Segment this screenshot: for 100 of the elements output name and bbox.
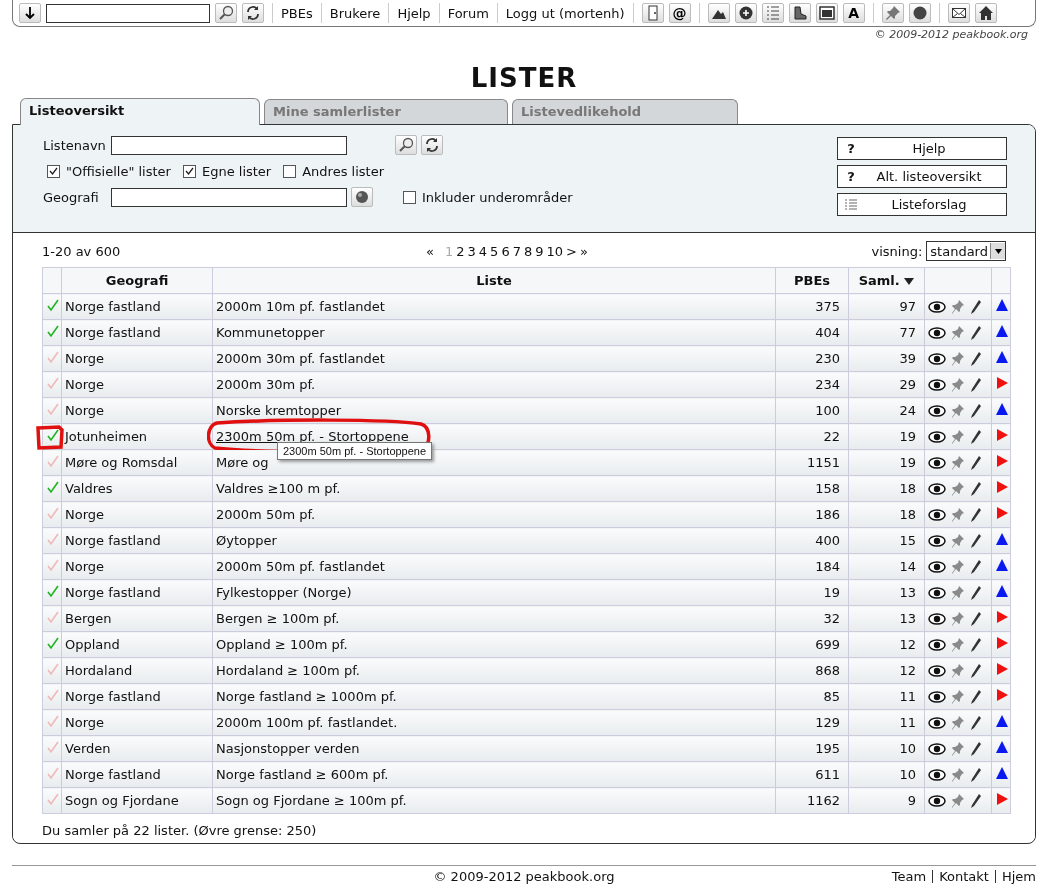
last-page-link[interactable]: » (579, 243, 588, 259)
side-button[interactable]: ? Hjelp (837, 137, 1007, 160)
column-header[interactable]: Liste (212, 267, 776, 294)
door-button[interactable] (641, 3, 664, 23)
eye-icon[interactable] (928, 378, 946, 391)
refresh-button[interactable] (421, 135, 443, 155)
eye-icon[interactable] (928, 768, 946, 781)
page-link[interactable]: 8 (523, 243, 533, 259)
pencil-icon[interactable] (970, 558, 982, 575)
eye-icon[interactable] (928, 716, 946, 729)
checkbox[interactable] (403, 190, 416, 204)
right-triangle-icon[interactable] (995, 376, 1009, 390)
footer-link[interactable]: Team (891, 869, 927, 884)
checkbox[interactable] (47, 164, 60, 178)
pin-icon[interactable] (951, 792, 965, 809)
up-triangle-icon[interactable] (995, 402, 1009, 416)
right-triangle-icon[interactable] (995, 662, 1009, 676)
pin-icon[interactable] (951, 454, 965, 471)
pencil-icon[interactable] (970, 584, 982, 601)
download-button[interactable] (19, 3, 41, 23)
toolbar-button[interactable]: @ (668, 3, 691, 23)
pin-icon[interactable] (951, 740, 965, 757)
eye-icon[interactable] (928, 534, 946, 547)
pencil-icon[interactable] (970, 688, 982, 705)
eye-icon[interactable] (928, 690, 946, 703)
pin-icon[interactable] (951, 610, 965, 627)
pencil-icon[interactable] (970, 376, 982, 393)
right-triangle-icon[interactable] (995, 428, 1009, 442)
pin-icon[interactable] (951, 714, 965, 731)
eye-icon[interactable] (928, 508, 946, 521)
eye-icon[interactable] (928, 794, 946, 807)
pencil-icon[interactable] (970, 714, 982, 731)
eye-icon[interactable] (928, 638, 946, 651)
column-header[interactable]: PBEs (775, 267, 849, 294)
pencil-icon[interactable] (970, 766, 982, 783)
home-button[interactable] (974, 3, 997, 23)
eye-icon[interactable] (928, 482, 946, 495)
ball-button[interactable] (908, 3, 931, 23)
right-triangle-icon[interactable] (995, 506, 1009, 520)
pin-button[interactable] (881, 3, 904, 23)
nav-link[interactable]: Brukere (329, 5, 381, 21)
list-name-field[interactable] (111, 135, 347, 155)
pin-icon[interactable] (951, 298, 965, 315)
right-triangle-icon[interactable] (995, 610, 1009, 624)
boot-button[interactable] (788, 3, 811, 23)
pencil-icon[interactable] (970, 792, 982, 809)
search-button[interactable] (215, 3, 237, 23)
checkbox[interactable] (283, 164, 297, 178)
pencil-icon[interactable] (970, 428, 982, 445)
pencil-icon[interactable] (970, 662, 982, 679)
mail-button[interactable] (947, 3, 970, 23)
eye-icon[interactable] (928, 404, 946, 417)
up-triangle-icon[interactable] (995, 558, 1009, 572)
pin-icon[interactable] (951, 376, 965, 393)
up-triangle-icon[interactable] (995, 350, 1009, 364)
eye-icon[interactable] (928, 456, 946, 469)
eye-icon[interactable] (928, 612, 946, 625)
nav-link[interactable]: Hjelp (397, 5, 431, 21)
up-triangle-icon[interactable] (995, 766, 1009, 780)
right-triangle-icon[interactable] (995, 454, 1009, 468)
page-link[interactable]: 4 (478, 243, 488, 259)
nav-link[interactable]: PBEs (281, 5, 313, 21)
pencil-icon[interactable] (970, 636, 982, 653)
pin-icon[interactable] (951, 324, 965, 341)
up-triangle-icon[interactable] (995, 298, 1009, 312)
search-button[interactable] (395, 135, 417, 155)
pencil-icon[interactable] (970, 480, 982, 497)
side-button[interactable]: Listeforslag (837, 193, 1007, 216)
pin-icon[interactable] (951, 584, 965, 601)
pin-icon[interactable] (951, 688, 965, 705)
first-page-link[interactable]: « (426, 243, 434, 259)
mountain-button[interactable] (707, 3, 730, 23)
right-triangle-icon[interactable] (995, 480, 1009, 494)
footer-link[interactable]: Kontakt (939, 869, 989, 884)
pencil-icon[interactable] (970, 454, 982, 471)
eye-icon[interactable] (928, 300, 946, 313)
pencil-icon[interactable] (970, 532, 982, 549)
pin-icon[interactable] (951, 532, 965, 549)
tab[interactable]: Listeoversikt (20, 98, 260, 125)
right-triangle-icon[interactable] (995, 688, 1009, 702)
toolbar-button[interactable]: A (842, 3, 865, 23)
eye-icon[interactable] (928, 430, 946, 443)
page-link[interactable]: 7 (512, 243, 521, 259)
pin-icon[interactable] (951, 402, 965, 419)
next-page-link[interactable]: > (566, 243, 577, 259)
column-header[interactable]: Geografi (61, 267, 213, 294)
up-triangle-icon[interactable] (995, 324, 1009, 338)
pin-icon[interactable] (951, 428, 965, 445)
up-triangle-icon[interactable] (995, 532, 1009, 546)
pin-icon[interactable] (951, 350, 965, 367)
page-link[interactable]: 9 (535, 243, 544, 259)
page-link[interactable]: 3 (467, 243, 476, 259)
image-button[interactable] (815, 3, 838, 23)
page-link[interactable]: 2 (456, 243, 465, 259)
pencil-icon[interactable] (970, 740, 982, 757)
eye-icon[interactable] (928, 664, 946, 677)
checkbox[interactable] (182, 164, 196, 178)
right-triangle-icon[interactable] (995, 636, 1009, 650)
up-triangle-icon[interactable] (995, 584, 1009, 598)
page-link[interactable]: 10 (546, 243, 564, 259)
